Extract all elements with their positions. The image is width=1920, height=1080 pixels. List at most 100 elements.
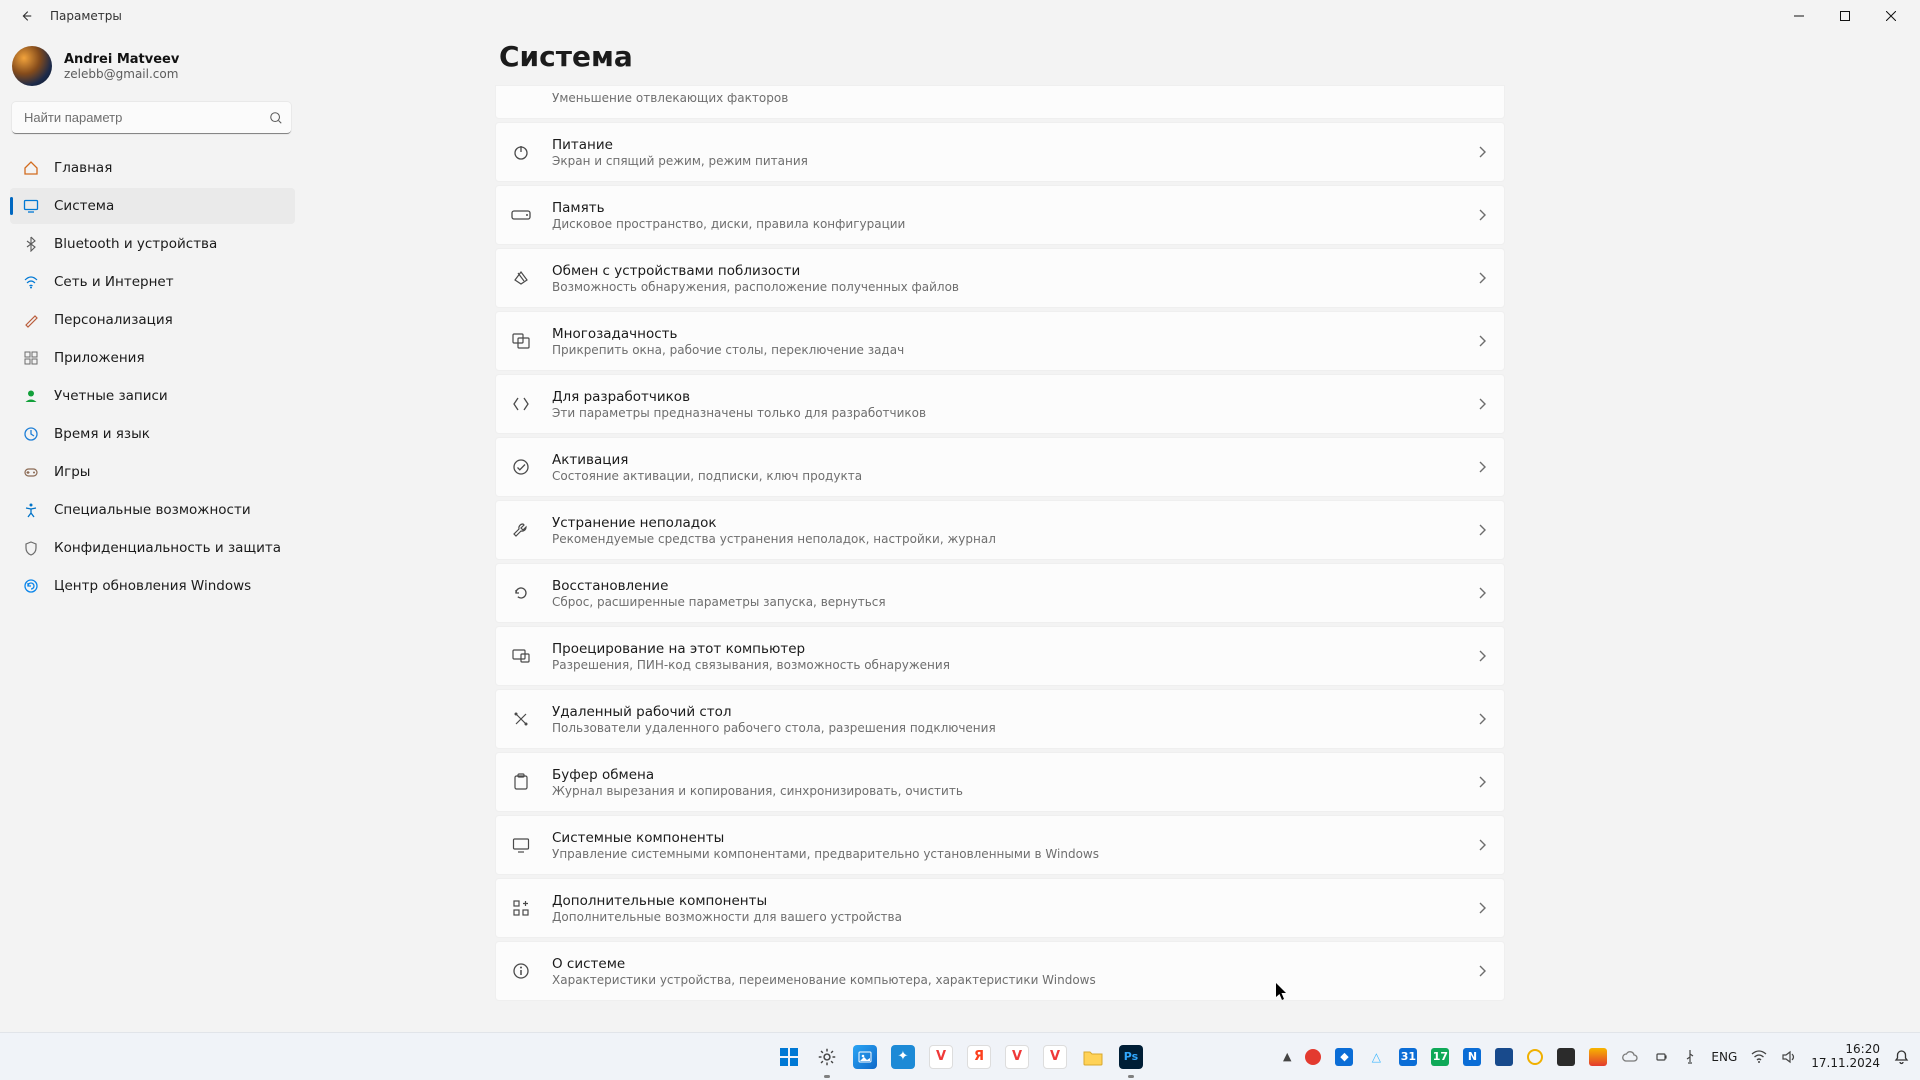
project-icon: [510, 645, 532, 667]
tray-icon-8[interactable]: [1522, 1037, 1548, 1077]
tray-usb[interactable]: [1678, 1037, 1702, 1077]
accounts-icon: [22, 387, 40, 405]
taskbar-app-vivaldi-3[interactable]: V: [1039, 1041, 1071, 1073]
nav-item-apps[interactable]: Приложения: [10, 340, 295, 376]
settings-card-about[interactable]: О системеХарактеристики устройства, пере…: [495, 941, 1505, 1001]
settings-card-activation[interactable]: АктивацияСостояние активации, подписки, …: [495, 437, 1505, 497]
volume-icon: [1781, 1050, 1797, 1064]
network-icon: [22, 273, 40, 291]
taskbar-app-yandex[interactable]: Я: [963, 1041, 995, 1073]
nav-label: Центр обновления Windows: [54, 578, 251, 594]
nav-label: Bluetooth и устройства: [54, 236, 217, 252]
tray-blue-icon: ◆: [1335, 1048, 1353, 1066]
settings-card-title: Проецирование на этот компьютер: [552, 641, 1458, 657]
nav-label: Специальные возможности: [54, 502, 251, 518]
nav-item-time[interactable]: Время и язык: [10, 416, 295, 452]
back-button[interactable]: [6, 0, 46, 32]
settings-card-title: Буфер обмена: [552, 767, 1458, 783]
settings-card-title: О системе: [552, 956, 1458, 972]
taskbar-center: ✦ V Я V V Ps: [773, 1041, 1147, 1073]
settings-card-subtitle: Эти параметры предназначены только для р…: [552, 406, 1458, 420]
tray-green-icon: 17: [1431, 1048, 1449, 1066]
tray-power[interactable]: [1648, 1037, 1674, 1077]
fordev-icon: [510, 393, 532, 415]
taskbar-app-photoshop[interactable]: Ps: [1115, 1041, 1147, 1073]
tray-language[interactable]: ENG: [1706, 1037, 1742, 1077]
taskbar-app-photos[interactable]: [849, 1041, 881, 1073]
tray-icon-9[interactable]: [1552, 1037, 1580, 1077]
settings-card-focus[interactable]: Уменьшение отвлекающих факторов: [495, 85, 1505, 119]
taskbar-app-vivaldi-1[interactable]: V: [925, 1041, 957, 1073]
settings-card-title: Восстановление: [552, 578, 1458, 594]
tray-icon-3[interactable]: △: [1362, 1037, 1390, 1077]
troubleshoot-icon: [510, 519, 532, 541]
storage-icon: [510, 204, 532, 226]
tray-icon-4[interactable]: 31: [1394, 1037, 1422, 1077]
nav-item-home[interactable]: Главная: [10, 150, 295, 186]
tray-onedrive[interactable]: [1616, 1037, 1644, 1077]
chevron-right-icon: [1478, 713, 1486, 725]
nav-item-accounts[interactable]: Учетные записи: [10, 378, 295, 414]
settings-card-project[interactable]: Проецирование на этот компьютерРазрешени…: [495, 626, 1505, 686]
tray-wifi[interactable]: [1746, 1037, 1772, 1077]
settings-card-title: Для разработчиков: [552, 389, 1458, 405]
nav-item-windows-update[interactable]: Центр обновления Windows: [10, 568, 295, 604]
settings-card-multitask[interactable]: МногозадачностьПрикрепить окна, рабочие …: [495, 311, 1505, 371]
nav-label: Персонализация: [54, 312, 173, 328]
tray-icon-5[interactable]: 17: [1426, 1037, 1454, 1077]
nav-item-accessibility[interactable]: Специальные возможности: [10, 492, 295, 528]
nearby-icon: [510, 267, 532, 289]
settings-card-power[interactable]: ПитаниеЭкран и спящий режим, режим питан…: [495, 122, 1505, 182]
user-profile[interactable]: Andrei Matveev zelebb@gmail.com: [6, 40, 299, 102]
settings-card-recovery[interactable]: ВосстановлениеСброс, расширенные парамет…: [495, 563, 1505, 623]
settings-card-troubleshoot[interactable]: Устранение неполадокРекомендуемые средст…: [495, 500, 1505, 560]
nav-item-network[interactable]: Сеть и Интернет: [10, 264, 295, 300]
tray-icon-6[interactable]: N: [1458, 1037, 1486, 1077]
usb-icon: [1683, 1049, 1697, 1065]
privacy-icon: [22, 539, 40, 557]
start-button[interactable]: [773, 1041, 805, 1073]
nav-item-system[interactable]: Система: [10, 188, 295, 224]
folder-icon: [1082, 1047, 1104, 1067]
taskbar-app-vivaldi-2[interactable]: V: [1001, 1041, 1033, 1073]
settings-card-syscomponents[interactable]: Системные компонентыУправление системным…: [495, 815, 1505, 875]
recovery-icon: [510, 582, 532, 604]
tray-clock[interactable]: 16:20 17.11.2024: [1806, 1037, 1885, 1077]
search-input[interactable]: [12, 102, 291, 134]
settings-card-nearby[interactable]: Обмен с устройствами поблизостиВозможнос…: [495, 248, 1505, 308]
tray-notifications[interactable]: [1889, 1037, 1914, 1077]
bell-icon: [1894, 1049, 1909, 1065]
settings-card-remotedesktop[interactable]: Удаленный рабочий столПользователи удале…: [495, 689, 1505, 749]
window-maximize-button[interactable]: [1822, 0, 1868, 32]
taskbar-app-generic-1[interactable]: ✦: [887, 1041, 919, 1073]
window-minimize-button[interactable]: [1776, 0, 1822, 32]
tray-volume[interactable]: [1776, 1037, 1802, 1077]
user-name: Andrei Matveev: [64, 52, 179, 67]
settings-card-clipboard[interactable]: Буфер обменаЖурнал вырезания и копирован…: [495, 752, 1505, 812]
multitask-icon: [510, 330, 532, 352]
tray-icon-2[interactable]: ◆: [1330, 1037, 1358, 1077]
tray-icon-7[interactable]: [1490, 1037, 1518, 1077]
nav-label: Конфиденциальность и защита: [54, 540, 281, 556]
settings-card-fordev[interactable]: Для разработчиковЭти параметры предназна…: [495, 374, 1505, 434]
tray-icon-10[interactable]: [1584, 1037, 1612, 1077]
chevron-right-icon: [1478, 965, 1486, 977]
settings-card-title: Дополнительные компоненты: [552, 893, 1458, 909]
settings-card-optional[interactable]: Дополнительные компонентыДополнительные …: [495, 878, 1505, 938]
nav-item-bluetooth[interactable]: Bluetooth и устройства: [10, 226, 295, 262]
tray-icon-1[interactable]: [1300, 1037, 1326, 1077]
tray-overflow-button[interactable]: ▲: [1278, 1037, 1296, 1077]
window-close-button[interactable]: [1868, 0, 1914, 32]
taskbar-app-settings[interactable]: [811, 1041, 843, 1073]
sidebar: Andrei Matveev zelebb@gmail.com Главная …: [0, 32, 305, 1032]
taskbar-app-explorer[interactable]: [1077, 1041, 1109, 1073]
vivaldi-icon: V: [1005, 1045, 1029, 1069]
close-icon: [1886, 11, 1896, 21]
chevron-right-icon: [1478, 335, 1486, 347]
nav-item-privacy[interactable]: Конфиденциальность и защита: [10, 530, 295, 566]
tray-ring-icon: [1527, 1049, 1543, 1065]
settings-card-storage[interactable]: ПамятьДисковое пространство, диски, прав…: [495, 185, 1505, 245]
nav-item-personalization[interactable]: Персонализация: [10, 302, 295, 338]
nav-item-games[interactable]: Игры: [10, 454, 295, 490]
settings-card-subtitle: Разрешения, ПИН-код связывания, возможно…: [552, 658, 1458, 672]
